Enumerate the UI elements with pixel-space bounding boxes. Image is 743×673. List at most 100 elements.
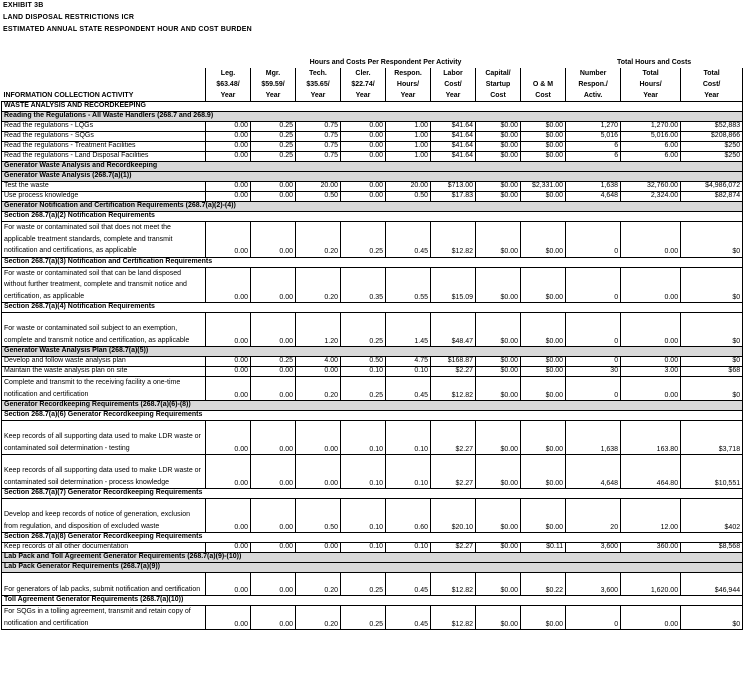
value-cell: 0.25 [250, 356, 296, 367]
value-cell: 0.00 [295, 454, 341, 489]
value-cell: 0.75 [295, 131, 341, 142]
value-cell: 0.00 [295, 542, 341, 553]
value-cell: $0.00 [475, 542, 521, 553]
value-cell: 0.00 [340, 151, 386, 162]
table-row: Read the regulations - LQGs 0.00 0.25 0.75 0… [1, 121, 743, 132]
section-header-row: Generator Waste Analysis and Recordkeepi… [0, 161, 743, 172]
value-cell: $0.00 [475, 376, 521, 401]
section-title: Toll Agreement Generator Requirements (2… [0, 595, 743, 606]
value-cell: $0.00 [475, 151, 521, 162]
value-cell: 0.00 [620, 221, 682, 258]
value-cell: 20 [565, 498, 622, 533]
value-cell: $0.00 [475, 498, 521, 533]
section-title: Generator Waste Analysis and Recordkeepi… [0, 161, 743, 172]
activity-cell: Maintain the waste analysis plan on site [1, 366, 206, 377]
section-header-row: Generator Waste Analysis Plan (268.7(a)(… [0, 346, 743, 357]
value-cell: $402 [680, 498, 743, 533]
group-per-respondent: Hours and Costs Per Respondent Per Activ… [309, 59, 462, 66]
value-cell: $0.00 [519, 141, 567, 152]
value-cell: 0.45 [385, 221, 431, 258]
value-cell: 0.20 [295, 266, 341, 303]
section-title: Lab Pack and Toll Agreement Generator Re… [0, 552, 743, 563]
value-cell: 0.00 [205, 498, 251, 533]
col-labor-1: Labor [430, 68, 476, 79]
value-cell: $0.00 [519, 420, 567, 455]
table-row: For waste or contaminated soil that does… [1, 221, 743, 258]
value-cell: 0 [565, 266, 622, 303]
value-cell: 0.00 [205, 454, 251, 489]
value-cell: $2.27 [430, 420, 476, 455]
col-om-1 [519, 68, 567, 79]
col-labor-3: Year [430, 90, 476, 102]
table-row: Complete and transmit to the receiving f… [1, 376, 743, 401]
activity-cell: Complete and transmit to the receiving f… [1, 376, 206, 401]
value-cell: $15.09 [430, 266, 476, 303]
value-cell: $0.00 [519, 356, 567, 367]
col-total-cost-3: Year [680, 90, 743, 102]
value-cell: $0.11 [519, 542, 567, 553]
value-cell: 0.10 [340, 454, 386, 489]
section-title: Generator Notification and Certification… [0, 201, 743, 212]
value-cell: 6 [565, 151, 622, 162]
value-cell: 2,324.00 [620, 191, 682, 202]
value-cell: 0.45 [385, 376, 431, 401]
value-cell: 3,600 [565, 542, 622, 553]
value-cell: 0.00 [620, 356, 682, 367]
value-cell: 0.00 [250, 221, 296, 258]
value-cell: 20.00 [385, 181, 431, 192]
value-cell: 1.00 [385, 131, 431, 142]
activity-cell: For waste or contaminated soil that can … [1, 266, 206, 303]
value-cell: $68 [680, 366, 743, 377]
subsection-header-row: Section 268.7(a)(3) Notification and Cer… [0, 256, 743, 268]
col-number-1: Number [565, 68, 622, 79]
value-cell: $0 [680, 266, 743, 303]
value-cell: 0.75 [295, 141, 341, 152]
col-respon-1: Respon. [385, 68, 431, 79]
value-cell: 1.00 [385, 121, 431, 132]
table-row: Develop and keep records of notice of ge… [1, 498, 743, 533]
value-cell: 0.00 [205, 420, 251, 455]
value-cell: 6.00 [620, 151, 682, 162]
value-cell: 6 [565, 141, 622, 152]
section-title: Generator Waste Analysis (268.7(a)(1)) [0, 171, 743, 182]
section-title: Section 268.7(a)(8) Generator Recordkeep… [0, 532, 743, 543]
value-cell: $0.00 [519, 266, 567, 303]
value-cell: 0.00 [250, 454, 296, 489]
value-cell: 0.45 [385, 572, 431, 596]
value-cell: 20.00 [295, 181, 341, 192]
value-cell: 0.60 [385, 498, 431, 533]
col-respon-2: Hours/ [385, 79, 431, 90]
value-cell: $0.00 [519, 131, 567, 142]
table-row: For waste or contaminated soil subject t… [1, 312, 743, 347]
section-title: Generator Waste Analysis Plan (268.7(a)(… [0, 346, 743, 357]
value-cell: 0.00 [250, 366, 296, 377]
col-mgr-2: $59.59/ [250, 79, 296, 90]
value-cell: 0.35 [340, 266, 386, 303]
value-cell: 0.10 [385, 542, 431, 553]
col-cler-2: $22.74/ [340, 79, 386, 90]
value-cell: $0.00 [475, 221, 521, 258]
value-cell: $0.00 [475, 181, 521, 192]
value-cell: 0.00 [250, 498, 296, 533]
value-cell: 0.00 [205, 542, 251, 553]
value-cell: 5,016.00 [620, 131, 682, 142]
value-cell: 1,638 [565, 420, 622, 455]
value-cell: 0.20 [295, 572, 341, 596]
value-cell: 0.00 [295, 420, 341, 455]
value-cell: 0.00 [340, 181, 386, 192]
value-cell: 0.10 [340, 420, 386, 455]
value-cell: 0.00 [620, 605, 682, 630]
section-header-row: Generator Waste Analysis (268.7(a)(1)) [0, 171, 743, 182]
value-cell: $3,718 [680, 420, 743, 455]
col-number-2: Respon./ [565, 79, 622, 90]
col-cler-3: Year [340, 90, 386, 102]
value-cell: 30 [565, 366, 622, 377]
section-header-row: Lab Pack Generator Requirements (268.7(a… [0, 562, 743, 573]
value-cell: $0.00 [475, 605, 521, 630]
value-cell: $0.00 [519, 366, 567, 377]
value-cell: 0.00 [205, 151, 251, 162]
table-row: Read the regulations - Land Disposal Fac… [1, 151, 743, 162]
value-cell: 0.25 [250, 151, 296, 162]
value-cell: 0.45 [385, 605, 431, 630]
value-cell: 0.50 [295, 498, 341, 533]
